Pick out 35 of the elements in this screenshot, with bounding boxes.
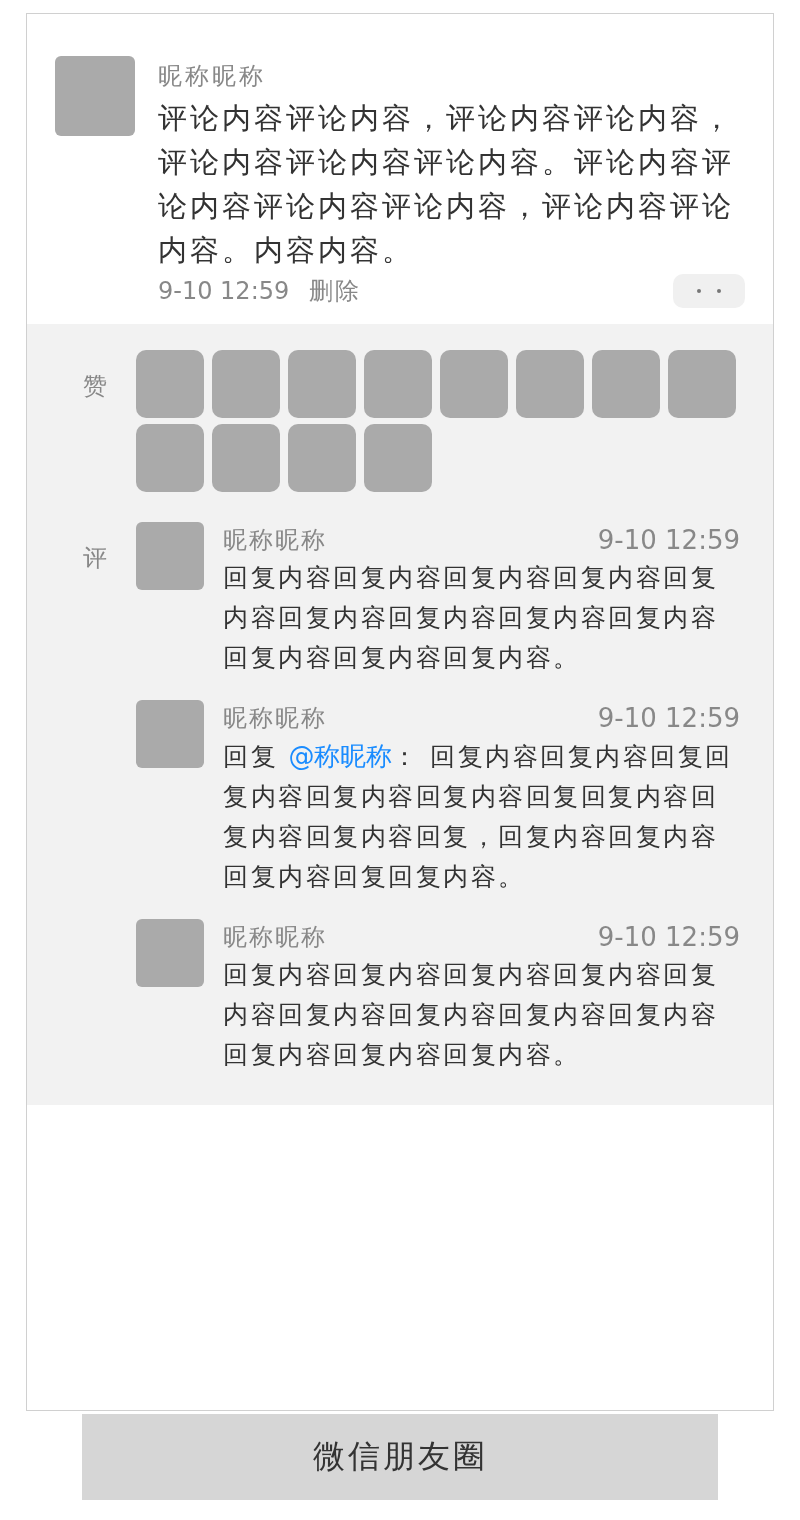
comment-text: 回复内容回复内容回复内容回复内容回复内容回复内容回复内容回复内容回复内容回复内容回复内容回复内容。 xyxy=(223,562,719,674)
user-name[interactable]: 昵称昵称 xyxy=(223,522,327,558)
user-name[interactable]: 昵称昵称 xyxy=(158,56,745,96)
mention-link[interactable]: @称昵称 xyxy=(288,741,393,771)
avatar[interactable] xyxy=(136,522,204,590)
avatar[interactable] xyxy=(668,350,736,418)
timestamp: 9-10 12:59 xyxy=(597,702,740,735)
timestamp: 9-10 12:59 xyxy=(597,921,740,954)
title-button[interactable]: 微信朋友圈 xyxy=(82,1414,718,1500)
timestamp: 9-10 12:59 xyxy=(158,277,290,305)
avatar[interactable] xyxy=(136,700,204,768)
more-icon xyxy=(695,288,723,294)
avatar[interactable] xyxy=(516,350,584,418)
avatar[interactable] xyxy=(212,350,280,418)
avatar[interactable] xyxy=(136,350,204,418)
avatar[interactable] xyxy=(592,350,660,418)
user-name[interactable]: 昵称昵称 xyxy=(223,919,327,955)
delete-link[interactable]: 删除 xyxy=(309,275,362,307)
timestamp: 9-10 12:59 xyxy=(597,524,740,557)
avatar[interactable] xyxy=(136,424,204,492)
avatar[interactable] xyxy=(288,350,356,418)
more-button[interactable] xyxy=(673,274,745,308)
avatar[interactable] xyxy=(212,424,280,492)
avatar[interactable] xyxy=(440,350,508,418)
comment-text: 回复内容回复内容回复内容回复内容回复内容回复内容回复内容回复内容回复内容回复内容回复内容回复内容。 xyxy=(223,959,719,1071)
comments-label: 评 xyxy=(83,543,108,574)
reply-text: 回复 @称昵称： 回复内容回复内容回复回复内容回复内容回复内容回复回复内容回复内容回复内容回复，回复内容回复内容回复内容回复回复内容。 xyxy=(223,740,734,893)
user-name[interactable]: 昵称昵称 xyxy=(223,700,327,736)
avatar[interactable] xyxy=(288,424,356,492)
avatar[interactable] xyxy=(364,350,432,418)
avatar[interactable] xyxy=(136,919,204,987)
avatar[interactable] xyxy=(55,56,135,136)
likes-label: 赞 xyxy=(83,371,108,402)
post-text: 评论内容评论内容，评论内容评论内容，评论内容评论内容评论内容。评论内容评论内容评论内容评论内容，评论内容评论内容。内容内容。 xyxy=(158,100,735,269)
avatar[interactable] xyxy=(364,424,432,492)
